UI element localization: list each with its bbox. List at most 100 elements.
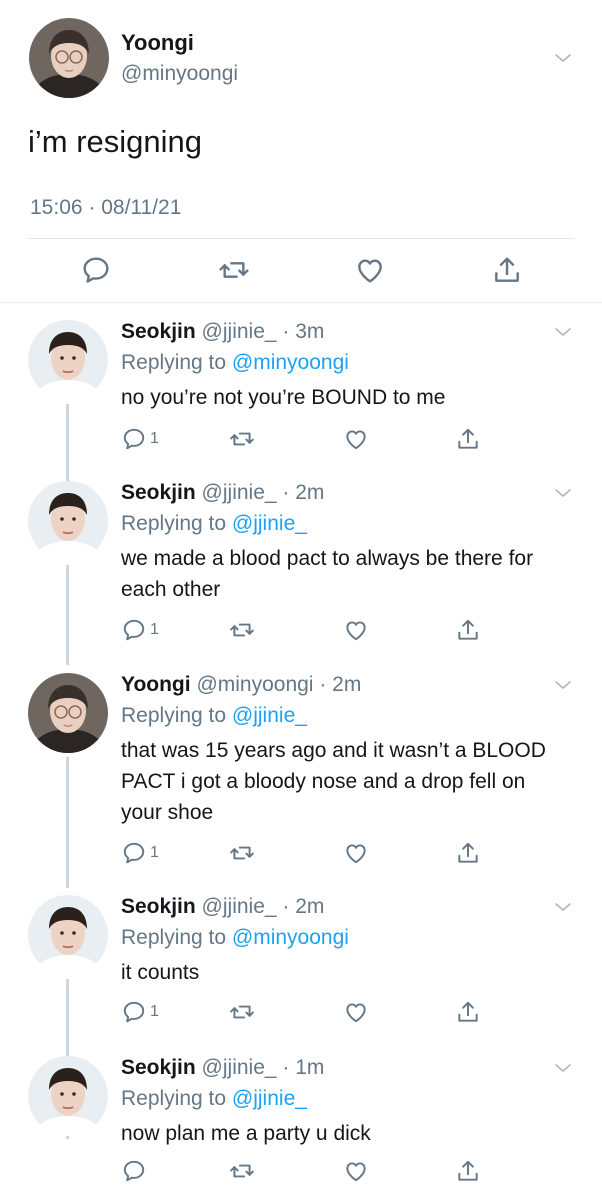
reply-tweet[interactable]: Seokjin @jjinie_ · 3m Replying to @minyo… xyxy=(0,320,602,460)
replying-to: Replying to @minyoongi xyxy=(121,926,349,950)
like-icon xyxy=(343,999,369,1025)
author-name[interactable]: Seokjin xyxy=(121,895,196,918)
replying-to: Replying to @jjinie_ xyxy=(121,512,307,536)
reply-tweet[interactable]: Seokjin @jjinie_ · 2m Replying to @minyo… xyxy=(0,895,602,1139)
tweet-action-bar xyxy=(0,254,602,288)
replying-to-handle[interactable]: @jjinie_ xyxy=(232,704,307,727)
like-button[interactable] xyxy=(343,617,369,643)
author-handle[interactable]: @minyoongi xyxy=(196,673,313,696)
tweet-timestamp[interactable]: 15:06 · 08/11/21 xyxy=(30,196,181,220)
reply-tweet[interactable]: Seokjin @jjinie_ · 1m Replying to @jjini… xyxy=(0,1056,602,1196)
retweet-button[interactable] xyxy=(218,254,250,286)
tweet-text: i’m resigning xyxy=(28,124,203,159)
like-button[interactable] xyxy=(354,254,386,286)
avatar[interactable] xyxy=(28,481,108,561)
main-tweet: Yoongi @minyoongi i’m resigning 15:06 · … xyxy=(0,0,602,303)
retweet-icon xyxy=(229,840,255,866)
replying-to-label: Replying to xyxy=(121,351,227,374)
avatar[interactable] xyxy=(28,1056,108,1136)
like-icon xyxy=(354,254,386,286)
reply-button[interactable]: 1 xyxy=(121,999,159,1025)
chevron-down-icon[interactable] xyxy=(553,897,573,917)
author-handle[interactable]: @jjinie_ xyxy=(202,895,277,918)
separator-dot: · xyxy=(276,320,296,343)
share-icon xyxy=(455,1158,481,1184)
avatar[interactable] xyxy=(28,673,108,753)
author-handle[interactable]: @jjinie_ xyxy=(202,320,277,343)
reply-count: 1 xyxy=(150,621,159,638)
retweet-icon xyxy=(229,1158,255,1184)
reply-button[interactable] xyxy=(121,1158,150,1184)
reply-button[interactable] xyxy=(80,254,112,286)
replying-to-handle[interactable]: @minyoongi xyxy=(232,351,349,374)
like-button[interactable] xyxy=(343,999,369,1025)
relative-time[interactable]: 2m xyxy=(295,481,324,504)
retweet-button[interactable] xyxy=(229,840,255,866)
reply-text: that was 15 years ago and it wasn’t a BL… xyxy=(121,739,546,824)
reply-tweet[interactable]: Seokjin @jjinie_ · 2m Replying to @jjini… xyxy=(0,460,602,665)
replying-to: Replying to @jjinie_ xyxy=(121,704,307,728)
separator-dot: · xyxy=(313,673,333,696)
avatar-image xyxy=(28,1056,108,1136)
relative-time[interactable]: 2m xyxy=(332,673,361,696)
avatar[interactable] xyxy=(29,18,109,98)
author-name[interactable]: Yoongi xyxy=(121,30,194,56)
share-button[interactable] xyxy=(455,426,481,452)
chevron-down-icon[interactable] xyxy=(553,48,573,68)
reply-header: Seokjin @jjinie_ · 2m xyxy=(121,481,324,505)
reply-count: 1 xyxy=(150,1003,159,1020)
reply-tweet[interactable]: Yoongi @minyoongi · 2m Replying to @jjin… xyxy=(0,673,602,888)
replying-to-handle[interactable]: @minyoongi xyxy=(232,926,349,949)
reply-button[interactable]: 1 xyxy=(121,840,159,866)
reply-button[interactable]: 1 xyxy=(121,617,159,643)
share-button[interactable] xyxy=(455,1158,481,1184)
reply-button[interactable]: 1 xyxy=(121,426,159,452)
author-handle[interactable]: @jjinie_ xyxy=(202,481,277,504)
avatar-image xyxy=(28,895,108,975)
replying-to-handle[interactable]: @jjinie_ xyxy=(232,1087,307,1110)
chevron-down-icon[interactable] xyxy=(553,1058,573,1078)
share-icon xyxy=(491,254,523,286)
avatar[interactable] xyxy=(28,895,108,975)
author-name[interactable]: Yoongi xyxy=(121,673,191,696)
share-button[interactable] xyxy=(455,999,481,1025)
reply-icon xyxy=(121,426,147,452)
retweet-button[interactable] xyxy=(229,1158,255,1184)
author-handle[interactable]: @minyoongi xyxy=(121,62,238,86)
share-icon xyxy=(455,426,481,452)
thread-line xyxy=(66,460,69,481)
like-button[interactable] xyxy=(343,1158,369,1184)
avatar[interactable] xyxy=(28,320,108,400)
author-name[interactable]: Seokjin xyxy=(121,320,196,343)
retweet-button[interactable] xyxy=(229,999,255,1025)
reply-header: Seokjin @jjinie_ · 1m xyxy=(121,1056,324,1080)
like-button[interactable] xyxy=(343,426,369,452)
author-handle[interactable]: @jjinie_ xyxy=(202,1056,277,1079)
chevron-down-icon[interactable] xyxy=(553,675,573,695)
relative-time[interactable]: 2m xyxy=(295,895,324,918)
replying-to-label: Replying to xyxy=(121,1087,227,1110)
chevron-down-icon[interactable] xyxy=(553,483,573,503)
reply-icon xyxy=(121,617,147,643)
retweet-button[interactable] xyxy=(229,617,255,643)
author-name[interactable]: Seokjin xyxy=(121,481,196,504)
separator-dot: · xyxy=(276,895,296,918)
share-button[interactable] xyxy=(455,617,481,643)
reply-action-bar xyxy=(0,1158,602,1184)
replying-to-handle[interactable]: @jjinie_ xyxy=(232,512,307,535)
thread-line xyxy=(66,757,69,888)
thread-line xyxy=(66,565,69,665)
retweet-button[interactable] xyxy=(229,426,255,452)
share-button[interactable] xyxy=(455,840,481,866)
like-button[interactable] xyxy=(343,840,369,866)
author-name[interactable]: Seokjin xyxy=(121,1056,196,1079)
share-button[interactable] xyxy=(491,254,523,286)
relative-time[interactable]: 3m xyxy=(295,320,324,343)
replying-to-label: Replying to xyxy=(121,926,227,949)
reply-count: 1 xyxy=(150,430,159,447)
reply-text: we made a blood pact to always be there … xyxy=(121,547,534,601)
replying-to-label: Replying to xyxy=(121,512,227,535)
reply-count: 1 xyxy=(150,844,159,861)
relative-time[interactable]: 1m xyxy=(295,1056,324,1079)
chevron-down-icon[interactable] xyxy=(553,322,573,342)
